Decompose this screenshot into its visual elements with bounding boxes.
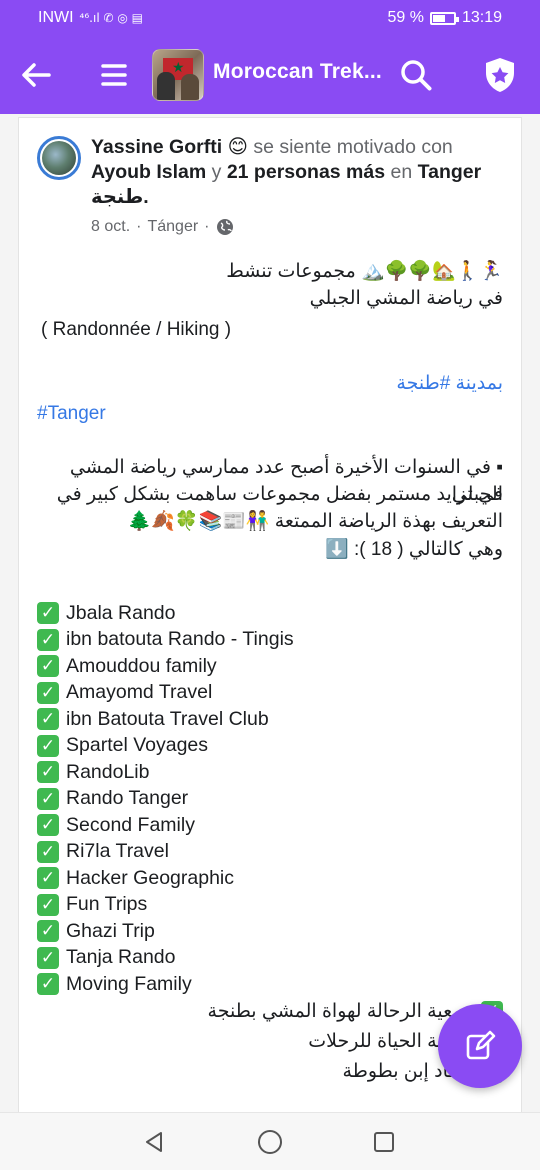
check-icon: ✓ [37,655,59,678]
recents-square-icon[interactable] [373,1131,395,1153]
post-meta: 8 oct. · Tánger · [91,218,234,236]
group-name: Amouddou family [66,654,217,677]
list-item: ✓ Amouddou family [37,653,294,680]
group-name: RandoLib [66,760,150,783]
home-circle-icon[interactable] [257,1129,283,1155]
list-item: ✓ ibn Batouta Travel Club [37,706,294,733]
author-name[interactable]: Yassine Gorfti [91,136,222,158]
list-item: ✓ RandoLib [37,759,294,786]
check-icon: ✓ [37,840,59,863]
check-icon: ✓ [37,973,59,996]
status-bar: INWI ⁴⁶.ıl ✆ ◎ ▤ 59 % 13:19 [0,0,540,36]
group-name: Spartel Voyages [66,734,209,757]
compose-button[interactable] [438,1004,522,1088]
list-item: ✓ Second Family [37,812,294,839]
system-nav-bar [0,1112,540,1170]
shield-star-icon [486,58,514,92]
feeling-emoji: 😊 [227,135,248,158]
group-avatar[interactable] [152,49,204,101]
check-icon: ✓ [37,946,59,969]
admin-badge-button[interactable] [478,53,522,97]
group-name: ibn Batouta Travel Club [66,707,269,730]
check-icon: ✓ [37,708,59,731]
meta-sep: · [136,218,142,235]
check-icon: ✓ [37,920,59,943]
list-item: ✓ Rando Tanger [37,786,294,813]
globe-icon [216,219,233,235]
edit-icon [466,1030,496,1060]
feeling-text: se siente motivado con [253,136,453,158]
place-link[interactable]: Tanger [418,161,482,183]
menu-button[interactable] [92,53,136,97]
post-line: التعريف بهذة الرياضة الممتعة 👫📰📚🍀🍂🌲 [127,511,503,532]
check-icon: ✓ [37,761,59,784]
post-line-hashtag: بمدينة #طنجة [396,370,503,397]
list-item: ✓ ibn batouta Rando - Tingis [37,627,294,654]
post-location[interactable]: Tánger [147,218,198,236]
tagged-user[interactable]: Ayoub Islam [91,161,206,183]
list-item: ✓ Spartel Voyages [37,733,294,760]
group-name: Ri7la Travel [66,840,169,863]
list-item: ✓ Ri7la Travel [37,839,294,866]
check-icon: ✓ [37,787,59,810]
post-line: ( Randonnée / Hiking ) [41,319,232,340]
battery-icon [429,11,459,25]
post-header: Yassine Gorfti 😊 se siente motivado con … [91,134,501,210]
hashtag-tanger[interactable]: #Tanger [37,400,106,427]
back-triangle-icon[interactable] [142,1130,166,1154]
check-icon: ✓ [37,893,59,916]
list-item: ✓ Tanja Rando [37,945,294,972]
list-item: ✓ Jbala Rando [37,600,294,627]
check-icon: ✓ [37,734,59,757]
clock: 13:19 [461,9,502,26]
list-item: ✓ Amayomd Travel [37,680,294,707]
carrier-label: INWI [38,9,74,26]
connector-en: en [390,161,413,183]
group-list: ✓ Jbala Rando ✓ ibn batouta Rando - Tingis ✓… [37,600,294,998]
list-item: ✓ Moving Family [37,971,294,998]
search-icon [401,60,432,91]
signal-icons: ⁴⁶.ıl ✆ ◎ ▤ [79,11,143,25]
post-card: Yassine Gorfti 😊 se siente motivado con … [18,117,522,1117]
group-name: Amayomd Travel [66,681,213,704]
group-name: Jbala Rando [66,601,176,624]
hamburger-icon [101,64,127,86]
post-line: في تزايد مستمر بفضل مجموعات ساهمت بشكل ك… [56,484,503,505]
check-icon: ✓ [37,681,59,704]
group-name: Ghazi Trip [66,919,155,942]
app-bar: Moroccan Trek... [0,36,540,114]
post-line: في رياضة المشي الجبلي [309,288,503,309]
check-icon: ✓ [37,628,59,651]
arrow-left-icon [22,63,51,87]
battery-percent: 59 % [387,9,424,26]
post-line: 🏃‍♀️🚶🏡🌳🌳🏔️ مجموعات تنشط [226,261,503,282]
group-name: Moving Family [66,972,192,995]
group-name: Second Family [66,813,195,836]
group-name: Tanja Rando [66,946,176,969]
group-name: Fun Trips [66,893,148,916]
check-icon: ✓ [37,602,59,625]
connector-y: y [211,161,222,183]
tagged-others[interactable]: 21 personas más [227,161,385,183]
place-link-ar[interactable]: طنجة. [91,186,149,208]
group-name: Hacker Geographic [66,866,234,889]
author-avatar[interactable] [37,136,81,180]
check-icon: ✓ [37,814,59,837]
list-item: ✓ Hacker Geographic [37,865,294,892]
list-item: ✓ Ghazi Trip [37,918,294,945]
post-date[interactable]: 8 oct. [91,218,130,236]
hashtag-tanja[interactable]: بمدينة #طنجة [396,373,503,394]
back-button[interactable] [14,53,58,97]
search-button[interactable] [394,53,438,97]
check-icon: ✓ [37,867,59,890]
post-line: وهي كالتالي ( 18 ): ⬇️ [325,539,503,560]
list-item: ✓ Fun Trips [37,892,294,919]
meta-sep: · [204,218,210,235]
group-name: ibn batouta Rando - Tingis [66,628,294,651]
page-title[interactable]: Moroccan Trek... [213,60,382,84]
group-name: Rando Tanger [66,787,189,810]
